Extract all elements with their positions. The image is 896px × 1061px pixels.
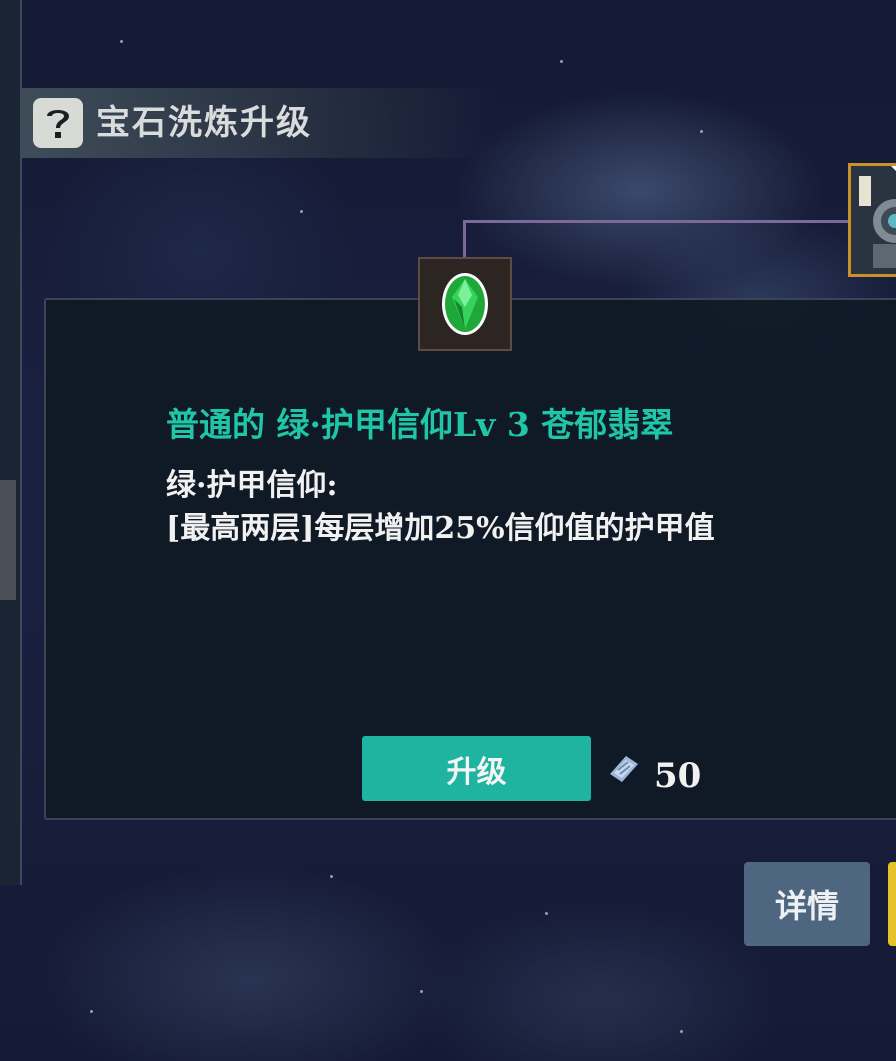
question-icon[interactable]	[33, 98, 83, 148]
green-gem-icon	[442, 273, 488, 335]
upgrade-button[interactable]: 升级	[362, 736, 591, 801]
upgrade-cost: 50	[654, 756, 702, 796]
confirm-button[interactable]	[888, 862, 896, 946]
connector-line	[463, 220, 853, 223]
background-star	[90, 1010, 93, 1013]
armor-item-icon	[851, 166, 896, 274]
background-star	[700, 130, 703, 133]
skill-description: [最高两层]每层增加25%信仰值的护甲值	[166, 511, 715, 546]
crystal-material-icon	[610, 756, 638, 782]
background-star	[120, 40, 123, 43]
background-star	[680, 1030, 683, 1033]
page-title: 宝石洗炼升级	[96, 103, 312, 143]
connector-line	[463, 220, 466, 260]
side-panel-tab[interactable]	[0, 480, 16, 600]
skill-name: 绿·护甲信仰:	[166, 468, 338, 503]
background-star	[545, 912, 548, 915]
gem-slot[interactable]	[418, 257, 512, 351]
equipment-slot[interactable]	[848, 163, 896, 277]
background-star	[330, 875, 333, 878]
gem-name: 普通的 绿·护甲信仰Lv 3 苍郁翡翠	[166, 405, 674, 444]
side-panel-edge	[0, 0, 22, 885]
detail-button[interactable]: 详情	[744, 862, 870, 946]
background-star	[300, 210, 303, 213]
background-star	[420, 990, 423, 993]
background-star	[560, 60, 563, 63]
